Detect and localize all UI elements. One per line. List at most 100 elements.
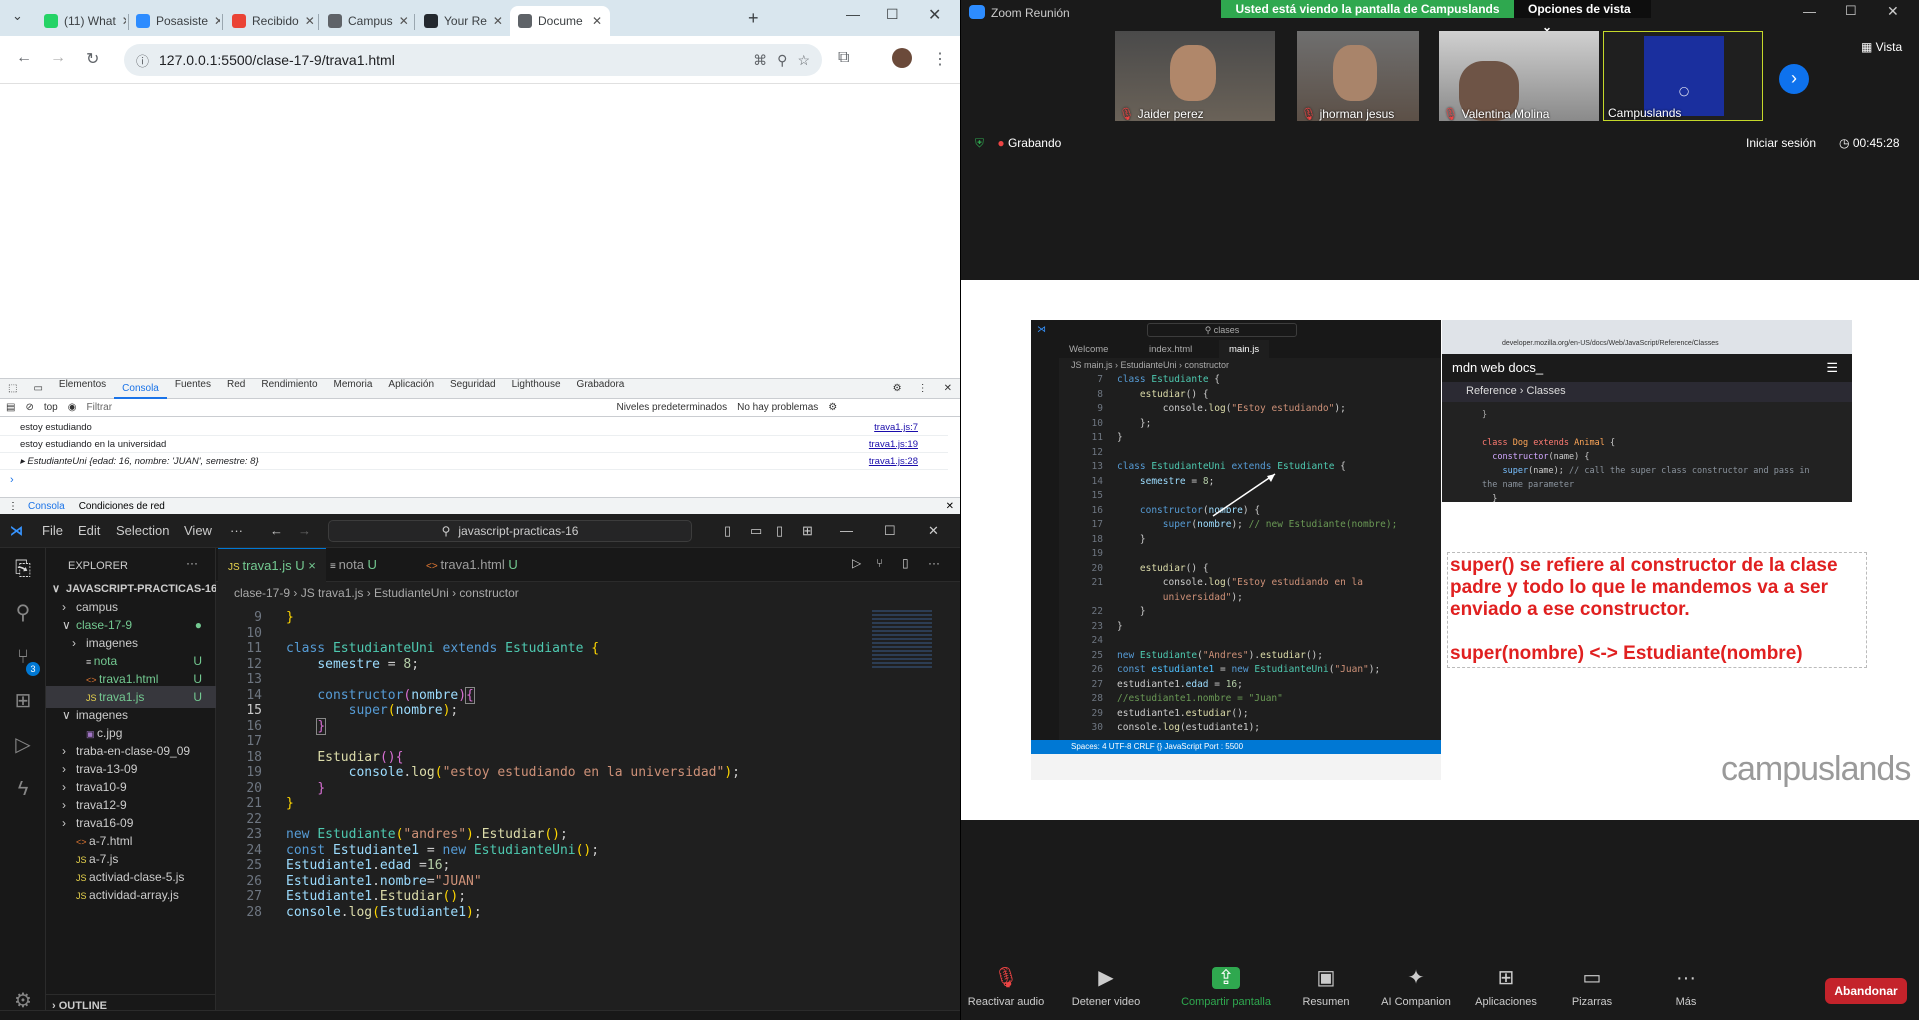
z-close-icon[interactable]: ✕: [1887, 3, 1899, 20]
translate-icon[interactable]: ⌘: [753, 52, 767, 69]
tab-close-icon[interactable]: ✕: [592, 14, 602, 28]
participant-tile[interactable]: ◯ Campuslands: [1603, 31, 1763, 121]
control-more[interactable]: ··· Más: [1641, 960, 1731, 1008]
run-debug-icon[interactable]: ▷: [10, 732, 36, 758]
browser-tab[interactable]: (11) What ✕: [36, 6, 126, 36]
leave-button[interactable]: Abandonar: [1825, 978, 1907, 1004]
drawer-close-icon[interactable]: ✕: [946, 501, 954, 512]
drawer-menu-icon[interactable]: ⋮: [8, 501, 18, 512]
tree-item[interactable]: JS actividad-array.js: [46, 884, 216, 906]
explorer-more-icon[interactable]: ···: [186, 556, 198, 570]
search-icon[interactable]: ⚲: [10, 600, 36, 626]
compare-icon[interactable]: ⑂: [876, 556, 883, 570]
vs-minimize-icon[interactable]: —: [840, 523, 853, 538]
toggle-panel-icon[interactable]: ▭: [750, 523, 762, 539]
devtools-tab[interactable]: Aplicación: [380, 379, 442, 399]
devtools-tab[interactable]: Rendimiento: [253, 379, 325, 399]
sidebar-toggle-icon[interactable]: ▤: [6, 402, 15, 413]
run-file-icon[interactable]: ▷: [852, 556, 861, 570]
forward-icon[interactable]: →: [50, 49, 66, 67]
control-share-screen[interactable]: ⇪ Compartir pantalla: [1181, 960, 1271, 1008]
kebab-menu-icon[interactable]: ⋮: [932, 49, 948, 69]
editor-tab[interactable]: <> trava1.html U: [416, 548, 528, 582]
devtools-tab[interactable]: Elementos: [51, 379, 114, 399]
browser-tab[interactable]: Your Re ✕: [416, 6, 508, 36]
browser-tab[interactable]: Docume ✕: [510, 6, 610, 36]
control-summary[interactable]: ▣ Resumen: [1281, 960, 1371, 1008]
devtools-tab[interactable]: Red: [219, 379, 253, 399]
reload-icon[interactable]: ↻: [86, 49, 99, 69]
devtools-tab[interactable]: Lighthouse: [504, 379, 569, 399]
participant-tile[interactable]: 🎙 Valentina Molina: [1439, 31, 1599, 121]
menu-more[interactable]: ···: [230, 523, 243, 538]
control-apps[interactable]: ⊞ Aplicaciones: [1461, 960, 1551, 1008]
layout-icon[interactable]: ⊞: [802, 523, 813, 539]
vs-maximize-icon[interactable]: ☐: [884, 523, 896, 539]
tab-close-icon[interactable]: ✕: [493, 14, 503, 28]
close-icon[interactable]: ✕: [928, 5, 941, 25]
menu-file[interactable]: File: [42, 523, 63, 538]
device-toggle-icon[interactable]: ▭: [25, 383, 50, 394]
z-minimize-icon[interactable]: —: [1803, 4, 1816, 19]
control-unmute-mic[interactable]: 🎙 Reactivar audio: [961, 960, 1051, 1008]
back-icon[interactable]: ←: [16, 49, 32, 67]
new-tab-icon[interactable]: +: [748, 8, 759, 29]
breadcrumb[interactable]: clase-17-9 › JS trava1.js › EstudianteUn…: [216, 582, 960, 604]
signin-button[interactable]: Iniciar sesión: [1746, 136, 1816, 150]
nav-forward-icon[interactable]: →: [298, 523, 311, 538]
console-settings-icon[interactable]: ⚙: [828, 402, 837, 413]
editor-more-icon[interactable]: ···: [928, 556, 940, 570]
code-area[interactable]: 9} 10 11 class EstudianteUni extends Estudi…: [216, 604, 960, 1020]
devtools-close-icon[interactable]: ✕: [936, 383, 960, 394]
browser-tab[interactable]: Posasiste ✕: [128, 6, 220, 36]
minimap[interactable]: [872, 610, 932, 670]
control-ai-companion[interactable]: ✦ AI Companion: [1371, 960, 1461, 1008]
control-video-camera[interactable]: ▶ Detener video: [1061, 960, 1151, 1008]
toggle-secondary-icon[interactable]: ▯: [776, 523, 783, 539]
console-source-link[interactable]: trava1.js:19: [869, 436, 918, 453]
site-info-icon[interactable]: ⓘ: [136, 51, 149, 70]
lightning-icon[interactable]: ϟ: [10, 776, 36, 802]
next-participants-icon[interactable]: ›: [1779, 64, 1809, 94]
browser-tab[interactable]: Campus ✕: [320, 6, 412, 36]
devtools-tab[interactable]: Grabadora: [569, 379, 633, 399]
tab-close-icon[interactable]: ✕: [305, 14, 315, 28]
console-prompt-icon[interactable]: ›: [10, 474, 14, 486]
clear-console-icon[interactable]: ⊘: [25, 402, 33, 413]
filter-input[interactable]: Filtrar: [86, 402, 606, 413]
minimize-icon[interactable]: —: [846, 6, 860, 22]
url-input[interactable]: ⓘ 127.0.0.1:5500/clase-17-9/trava1.html …: [124, 44, 822, 76]
menu-selection[interactable]: Selection: [116, 523, 169, 538]
view-options-button[interactable]: Opciones de vista ⌄: [1514, 0, 1651, 34]
levels-select[interactable]: Niveles predeterminados: [616, 402, 727, 413]
participant-tile[interactable]: 🎙 Jaider perez: [1115, 31, 1275, 121]
context-select[interactable]: top: [44, 402, 58, 413]
vs-close-icon[interactable]: ✕: [928, 523, 939, 539]
explorer-icon[interactable]: ⎘: [10, 556, 36, 582]
maximize-icon[interactable]: ☐: [886, 6, 899, 23]
inspect-icon[interactable]: ⬚: [0, 383, 25, 394]
toggle-sidebar-icon[interactable]: ▯: [724, 523, 731, 539]
split-editor-icon[interactable]: ▯: [902, 556, 909, 570]
editor-tab[interactable]: ≡ nota U: [320, 548, 387, 582]
console-source-link[interactable]: trava1.js:28: [869, 453, 918, 470]
command-center-search[interactable]: ⚲ javascript-practicas-16: [328, 520, 692, 542]
participant-tile[interactable]: 🎙 jhorman jesus: [1297, 31, 1419, 121]
menu-edit[interactable]: Edit: [78, 523, 100, 538]
tab-close-icon[interactable]: ✕: [214, 14, 220, 28]
nav-back-icon[interactable]: ←: [270, 523, 283, 538]
drawer-tab-network-conditions[interactable]: Condiciones de red: [79, 501, 165, 512]
zoom-icon[interactable]: ⚲: [777, 52, 787, 69]
tab-close-icon[interactable]: ✕: [399, 14, 409, 28]
tab-search-icon[interactable]: ⌄: [12, 8, 23, 24]
editor-tab[interactable]: JS trava1.js U ×: [218, 548, 326, 582]
devtools-tab[interactable]: Fuentes: [167, 379, 219, 399]
extensions-icon[interactable]: ⊞: [10, 688, 36, 714]
avatar[interactable]: [892, 48, 912, 68]
eye-icon[interactable]: ◉: [68, 402, 77, 413]
devtools-tab[interactable]: Seguridad: [442, 379, 504, 399]
devtools-more-icon[interactable]: ⋮: [910, 383, 936, 394]
z-maximize-icon[interactable]: ☐: [1845, 3, 1857, 19]
devtools-tab[interactable]: Consola: [114, 379, 167, 399]
console-source-link[interactable]: trava1.js:7: [874, 419, 918, 436]
